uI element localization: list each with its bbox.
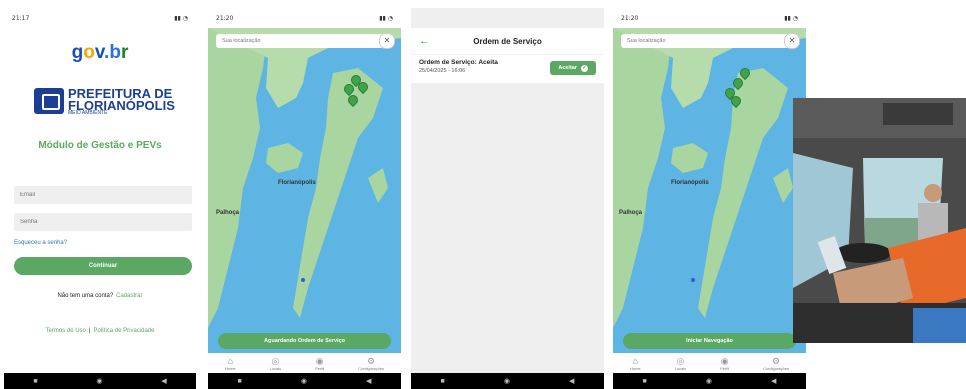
status-time: 21:20 [216,14,234,22]
android-nav-bar: ■ ◉ ◀ [613,373,806,389]
start-navigation-button[interactable]: Iniciar Navegação [623,333,796,349]
town-label: Palhoça [216,210,240,216]
gear-icon: ⚙ [367,355,376,366]
user-icon: ◉ [720,355,729,366]
order-date: 25/04/2025 - 16:06 [419,68,466,74]
back-icon[interactable]: ◀ [366,377,371,385]
register-link[interactable]: Cadastrar [116,293,142,299]
status-icons: ▮▮ ◔ [379,14,393,22]
status-icons: ▮▮ ◔ [174,14,188,22]
recents-icon[interactable]: ■ [643,378,647,385]
back-icon[interactable]: ◀ [569,377,574,385]
user-location-icon [691,278,695,282]
tab-locais[interactable]: ◎ Locais [270,356,282,371]
home-icon: ⌂ [632,355,639,366]
home-icon[interactable]: ◉ [504,377,510,385]
town-label: Palhoça [619,210,643,216]
truck-cab-illustration [793,98,966,343]
close-icon[interactable]: ✕ [379,33,395,49]
android-nav-bar: ■ ◉ ◀ [4,373,196,389]
back-icon[interactable]: ◀ [771,377,776,385]
recents-icon[interactable]: ■ [33,378,37,385]
bottom-tab-bar: ⌂ Home ◎ Locais ◉ Perfil ⚙ Configurações [613,353,806,373]
city-label: Florianópolis [671,180,709,186]
no-account-row: Não tem uma conta? Cadastrar [4,293,196,299]
map-land [613,28,806,328]
search-placeholder: Sua localização [222,38,261,44]
gear-icon: ⚙ [772,355,781,366]
no-account-text: Não tem uma conta? [57,293,114,299]
status-bar: 21:20 ▮▮ ◔ [208,8,401,28]
location-search-input[interactable]: Sua localização ✕ [216,33,395,49]
close-icon[interactable]: ✕ [784,33,800,49]
map-view[interactable]: Florianópolis Palhoça [208,28,401,357]
status-icons: ▮▮ ◔ [784,14,798,22]
tab-home[interactable]: ⌂ Home [225,356,236,371]
tab-home[interactable]: ⌂ Home [630,356,641,371]
status-bar: 21:20 ▮▮ ◔ [613,8,806,28]
map-land [208,28,401,328]
recents-icon[interactable]: ■ [441,378,445,385]
location-pin-icon: ◎ [271,355,280,366]
status-time: 21:20 [621,14,639,22]
check-icon: ✓ [581,64,588,72]
order-card[interactable]: Ordem de Serviço: Aceita 25/04/2025 - 16… [411,55,604,83]
home-icon[interactable]: ◉ [706,377,712,385]
truck-cab-photo [793,98,966,343]
status-bar: 21:17 ▮▮ ◔ [4,8,196,28]
header: ← Ordem de Serviço [411,28,604,54]
city-seal-icon [34,88,64,114]
home-icon[interactable]: ◉ [301,377,307,385]
accept-label: Aceitar [558,65,577,71]
status-time: 21:17 [12,14,30,22]
login-screen: 21:17 ▮▮ ◔ gov.br PREFEITURA DE FLORIANÓ… [4,8,196,389]
location-pin-icon: ◎ [676,355,685,366]
email-field[interactable] [14,186,192,204]
tab-locais[interactable]: ◎ Locais [675,356,687,371]
service-order-screen: ← Ordem de Serviço Ordem de Serviço: Ace… [411,8,604,389]
terms-link[interactable]: Termos de Uso [46,328,86,334]
android-nav-bar: ■ ◉ ◀ [411,373,604,389]
prefeitura-logo: PREFEITURA DE FLORIANÓPOLIS MEIO AMBIENT… [34,86,175,116]
tab-perfil[interactable]: ◉ Perfil [315,356,324,371]
home-icon: ⌂ [227,355,234,366]
forgot-password-link[interactable]: Esqueceu a senha? [14,240,67,246]
back-arrow-icon[interactable]: ← [419,35,430,47]
map-navigation-screen: 21:20 ▮▮ ◔ Florianópolis Palhoça Sua loc… [613,8,806,389]
user-icon: ◉ [315,355,324,366]
password-field[interactable] [14,213,192,231]
bottom-tab-bar: ⌂ Home ◎ Locais ◉ Perfil ⚙ Configurações [208,353,401,373]
page-title: Ordem de Serviço [473,36,542,46]
tab-perfil[interactable]: ◉ Perfil [720,356,729,371]
map-waiting-screen: 21:20 ▮▮ ◔ Florianópolis Palhoça Sua loc… [208,8,401,389]
user-location-icon [301,278,305,282]
search-placeholder: Sua localização [627,38,666,44]
map-view[interactable]: Florianópolis Palhoça [613,28,806,357]
waiting-order-button[interactable]: Aguardando Ordem de Serviço [218,333,391,349]
accept-button[interactable]: Aceitar ✓ [550,61,596,75]
tab-config[interactable]: ⚙ Configurações [763,356,789,371]
continue-button[interactable]: Continuar [14,257,192,275]
android-nav-bar: ■ ◉ ◀ [208,373,401,389]
back-icon[interactable]: ◀ [161,377,166,385]
pref-line3: MEIO AMBIENTE [68,110,108,116]
module-title: Módulo de Gestão e PEVs [38,140,162,151]
recents-icon[interactable]: ■ [238,378,242,385]
legal-links: Termos de Uso | Política de Privacidade [45,328,155,334]
govbr-logo: gov.br [71,42,129,63]
tab-config[interactable]: ⚙ Configurações [358,356,384,371]
privacy-link[interactable]: Política de Privacidade [93,328,154,334]
location-search-input[interactable]: Sua localização ✕ [621,33,800,49]
city-label: Florianópolis [278,180,316,186]
order-title: Ordem de Serviço: Aceita [419,59,498,66]
home-icon[interactable]: ◉ [96,377,102,385]
